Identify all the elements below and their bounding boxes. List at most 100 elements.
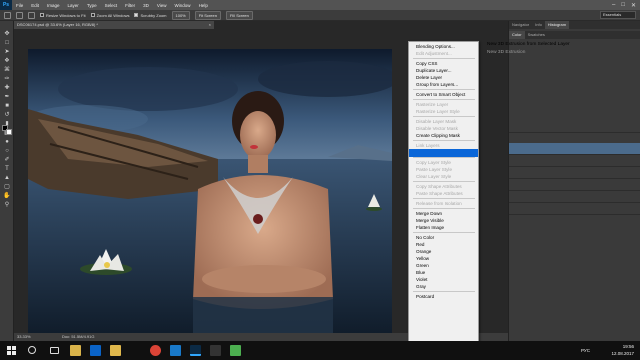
document-tab[interactable]: DSC06174.psd @ 33.6% (Layer 16, RGB/8) *… [14, 21, 214, 29]
pen-tool-icon[interactable]: ✐ [3, 157, 11, 164]
menu-layer[interactable]: Layer [64, 3, 83, 8]
history-brush-tool-icon[interactable]: ↺ [3, 112, 11, 119]
menu-file[interactable]: File [12, 3, 27, 8]
tab-info[interactable]: Info [532, 21, 545, 29]
healing-tool-icon[interactable]: ✚ [3, 85, 11, 92]
layer-row[interactable] [509, 191, 640, 203]
edge-icon[interactable] [170, 345, 181, 356]
move-tool-icon[interactable]: ✥ [3, 31, 11, 38]
blur-tool-icon[interactable]: ● [3, 139, 11, 146]
tab-navigator[interactable]: Navigator [509, 21, 532, 29]
context-menu-item-highlighted[interactable] [409, 149, 478, 157]
menu-filter[interactable]: Filter [121, 3, 139, 8]
layer-row[interactable] [509, 203, 640, 215]
dropbox-icon[interactable] [90, 345, 101, 356]
navigator-panel-tabs: Navigator Info Histogram [509, 21, 640, 29]
context-menu-item-gray[interactable]: Gray [409, 283, 478, 291]
search-icon[interactable] [28, 346, 36, 354]
app-green-icon[interactable] [230, 345, 241, 356]
zoom-all-checkbox[interactable]: Zoom All Windows [90, 13, 129, 18]
menu-separator [413, 99, 475, 100]
context-menu-item-clear-layer-style[interactable]: Clear Layer Style [409, 173, 478, 181]
scrubby-zoom-checkbox[interactable]: Scrubby Zoom [134, 13, 167, 18]
context-menu-item-postcard[interactable]: Postcard [409, 293, 478, 301]
menu-image[interactable]: Image [43, 3, 64, 8]
zoom-100-button[interactable]: 100% [171, 10, 190, 20]
context-menu-item-convert-to-smart-object[interactable]: Convert to Smart Object [409, 91, 478, 99]
zoom-in-icon[interactable] [16, 11, 23, 19]
tab-swatches[interactable]: Swatches [525, 31, 548, 39]
minimize-icon[interactable]: – [612, 2, 615, 8]
marquee-tool-icon[interactable]: □ [3, 40, 11, 47]
context-menu-item-flatten-image[interactable]: Flatten Image [409, 224, 478, 232]
menu-select[interactable]: Select [101, 3, 122, 8]
dodge-tool-icon[interactable]: ○ [3, 148, 11, 155]
type-tool-icon[interactable]: T [3, 166, 11, 173]
menu-window[interactable]: Window [171, 3, 195, 8]
zoom-tool-icon[interactable] [4, 11, 11, 19]
menu-separator [413, 58, 475, 59]
fill-screen-button[interactable]: Fill Screen [225, 10, 253, 20]
menu-help[interactable]: Help [195, 3, 212, 8]
windows-start-icon[interactable] [6, 345, 17, 356]
layer-row[interactable] [509, 155, 640, 167]
taskbar: РУС 19:56 12.08.2017 [0, 341, 640, 360]
photoshop-taskbar-icon[interactable] [190, 345, 201, 356]
submenu-item-new-3d-extrusion[interactable]: New 3D Extrusion [487, 49, 525, 57]
menu-separator [413, 116, 475, 117]
menu-3d[interactable]: 3D [139, 3, 153, 8]
crop-tool-icon[interactable]: ⌘ [3, 67, 11, 74]
menu-edit[interactable]: Edit [27, 3, 43, 8]
hand-tool-icon[interactable]: ✋ [3, 193, 11, 200]
doc-info[interactable]: Doc: 51.5M/4.91G [62, 333, 94, 341]
photoshop-logo[interactable]: Ps [0, 0, 12, 10]
maximize-icon[interactable]: □ [621, 2, 625, 8]
layer-row[interactable] [509, 167, 640, 179]
context-menu-item-group-from-layers[interactable]: Group from Layers... [409, 81, 478, 89]
chrome-icon[interactable] [150, 345, 161, 356]
lasso-tool-icon[interactable]: ➤ [3, 49, 11, 56]
system-clock[interactable]: 19:56 12.08.2017 [611, 343, 634, 357]
context-menu-item-paste-shape-attributes[interactable]: Paste Shape Attributes [409, 190, 478, 198]
workspace-select[interactable]: Essentials [600, 11, 636, 19]
task-view-icon[interactable] [50, 347, 59, 354]
stamp-tool-icon[interactable]: ■ [3, 103, 11, 110]
context-menu-item-create-clipping-mask[interactable]: Create Clipping Mask [409, 132, 478, 140]
menu-separator [413, 89, 475, 90]
quick-select-tool-icon[interactable]: ❖ [3, 58, 11, 65]
menu-bar: Ps File Edit Image Layer Type Select Fil… [0, 0, 640, 10]
layer-row[interactable] [509, 121, 640, 133]
layer-row[interactable] [509, 179, 640, 191]
fit-screen-button[interactable]: Fit Screen [194, 10, 221, 20]
close-icon[interactable]: ✕ [631, 2, 636, 9]
context-menu-item-rasterize-layer-style[interactable]: Rasterize Layer Style [409, 108, 478, 116]
path-select-tool-icon[interactable]: ▲ [3, 175, 11, 182]
menu-type[interactable]: Type [83, 3, 101, 8]
eyedropper-tool-icon[interactable]: ✑ [3, 76, 11, 83]
app-dark-icon[interactable] [210, 345, 221, 356]
image-canvas[interactable] [28, 49, 392, 335]
menu-view[interactable]: View [153, 3, 171, 8]
tab-color[interactable]: Color [509, 31, 525, 39]
clock-date: 12.08.2017 [611, 351, 634, 356]
tab-histogram[interactable]: Histogram [544, 21, 570, 29]
menu-separator [413, 157, 475, 158]
language-indicator[interactable]: РУС [581, 348, 590, 353]
zoom-out-icon[interactable] [28, 11, 35, 19]
file-explorer-icon[interactable] [70, 345, 81, 356]
submenu-item-new-3d-extrusion-selected[interactable]: New 3D Extrusion from Selected Layer [487, 41, 570, 49]
menu-separator [413, 291, 475, 292]
background-color-swatch[interactable] [6, 129, 12, 135]
zoom-tool-icon[interactable]: ⚲ [3, 202, 11, 209]
context-menu-item-release-from-isolation[interactable]: Release from Isolation [409, 200, 478, 208]
zoom-level[interactable]: 33.33% [17, 333, 31, 341]
close-tab-icon[interactable]: × [209, 21, 211, 29]
explorer-folder-icon[interactable] [110, 345, 121, 356]
menu-separator [413, 198, 475, 199]
brush-tool-icon[interactable]: ✒ [3, 94, 11, 101]
context-menu-item-edit-adjustment[interactable]: Edit Adjustment... [409, 50, 478, 58]
resize-windows-checkbox[interactable]: Resize Windows to Fit [40, 13, 86, 18]
layer-row-selected[interactable] [509, 143, 640, 155]
clock-time: 19:56 [622, 344, 634, 349]
shape-tool-icon[interactable]: ▢ [3, 184, 11, 191]
